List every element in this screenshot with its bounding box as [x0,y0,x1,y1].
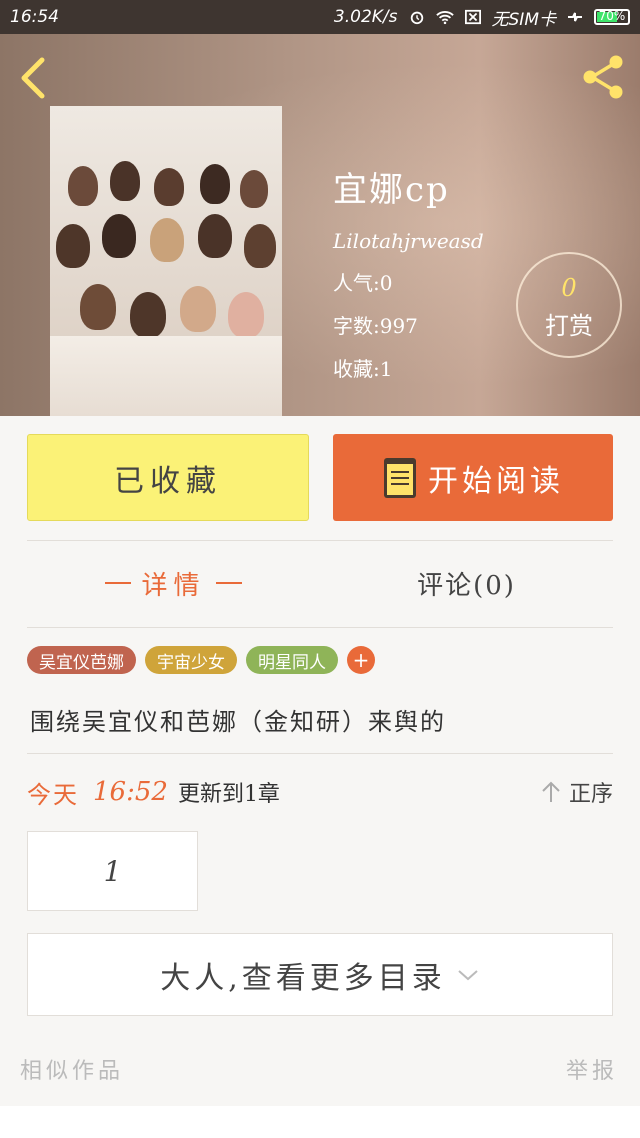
add-tag-button[interactable]: + [347,646,375,674]
divider [27,627,613,628]
start-reading-label: 开始阅读 [428,463,564,499]
tag-item[interactable]: 宇宙少女 [145,646,237,674]
update-text: 更新到1章 [177,782,280,807]
book-cover-image[interactable] [50,106,282,416]
alarm-icon [410,11,423,25]
update-row: 今天 16:52 更新到1章 正序 [27,772,613,812]
bottom-strip [0,1106,640,1138]
reward-label: 打赏 [545,312,593,340]
more-catalog-label: 大人,查看更多目录 [160,960,446,996]
battery-icon: 70% [594,9,630,25]
book-title: 宜娜cp [333,170,450,210]
report-link[interactable]: 举报 [566,1053,618,1085]
sim-status: 无SIM卡 [491,9,556,30]
share-icon[interactable] [578,52,628,102]
popularity-stat: 人气:0 [333,271,393,295]
tab-comments[interactable]: 评论(0) [320,548,613,618]
word-count-stat: 字数:997 [333,314,418,338]
collected-button[interactable]: 已收藏 [27,434,309,521]
back-icon[interactable] [14,56,54,100]
more-catalog-button[interactable]: 大人,查看更多目录 [27,933,613,1016]
arrow-up-icon [542,781,560,802]
tag-item[interactable]: 吴宜仪芭娜 [27,646,136,674]
wifi-icon [435,11,454,25]
network-speed: 3.02K/s [333,7,398,27]
similar-works-link[interactable]: 相似作品 [20,1053,124,1085]
collection-count-stat: 收藏:1 [333,357,393,381]
status-time: 16:54 [10,7,59,27]
book-header: 宜娜cp Lilotahjrweasd 人气:0 字数:997 收藏:1 0 打… [0,34,640,416]
book-info: 宜娜cp Lilotahjrweasd 人气:0 字数:997 收藏:1 [333,162,484,382]
tab-dash-left [105,582,132,584]
book-author[interactable]: Lilotahjrweasd [333,229,484,253]
tab-details-label: 详情 [141,570,206,601]
no-sim-icon [464,9,481,25]
tab-details[interactable]: 详情 [27,548,320,618]
reward-count: 0 [561,274,577,302]
divider [27,753,613,754]
reward-button[interactable]: 0 打赏 [516,252,622,358]
tag-item[interactable]: 明星同人 [246,646,338,674]
book-description: 围绕吴宜仪和芭娜（金知研）来舆的 [30,708,446,736]
charging-icon [568,12,582,22]
update-time: 16:52 [93,777,168,807]
divider [27,540,613,541]
status-bar: 16:54 3.02K/s 无SIM卡 70% [0,0,640,34]
start-reading-button[interactable]: 开始阅读 [333,434,613,521]
sort-label: 正序 [568,782,613,807]
tab-dash-right [215,582,242,584]
sort-button[interactable]: 正序 [541,776,613,808]
tag-list: 吴宜仪芭娜 宇宙少女 明星同人 + [27,646,375,674]
book-icon [384,457,416,498]
chevron-down-icon [458,969,478,980]
update-day: 今天 [27,780,79,809]
chapter-item[interactable]: 1 [27,831,198,911]
battery-label: 70% [598,9,626,23]
